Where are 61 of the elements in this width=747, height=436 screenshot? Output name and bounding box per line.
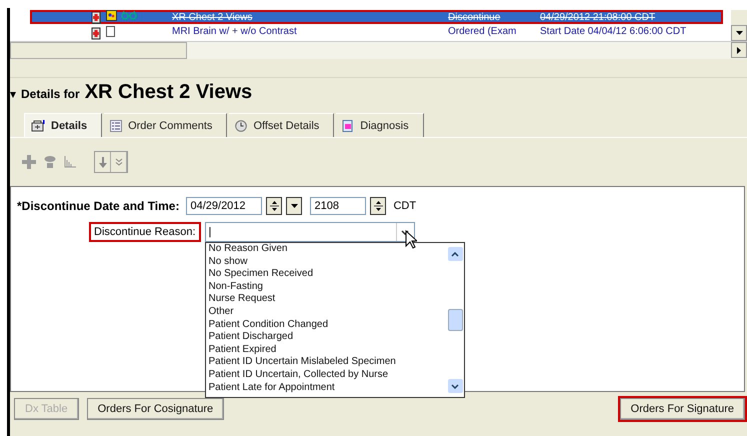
clock-icon <box>235 120 248 132</box>
date-time-label: *Discontinue Date and Time: <box>17 199 180 213</box>
down-arrow-icon <box>290 204 298 208</box>
order-date: 04/29/2012 21:08:00 CDT <box>540 12 656 22</box>
spinner-button[interactable] <box>266 197 282 215</box>
chevron-down-icon[interactable] <box>451 384 460 388</box>
glasses-icon <box>121 10 137 20</box>
details-prefix: Details for <box>21 87 80 101</box>
details-icon <box>31 120 45 132</box>
order-row[interactable]: XR Chest 2 Views Discontinue 04/29/2012 21:08:00 CDT <box>30 10 723 24</box>
spinner-button[interactable] <box>370 197 386 215</box>
tab[interactable]: Diagnosis <box>336 113 424 137</box>
dropdown-option[interactable]: Patient Discharged <box>208 331 447 344</box>
details-title: XR Chest 2 Views <box>84 81 252 104</box>
reason-label: Discontinue Reason: <box>89 222 201 242</box>
dropdown-option[interactable]: Patient Expired <box>208 344 447 356</box>
collapse-icon[interactable] <box>10 92 16 98</box>
add-icon[interactable] <box>22 155 36 169</box>
dropdown-option[interactable]: Non-Fasting <box>208 280 447 294</box>
time-field[interactable]: 2108 <box>310 197 366 215</box>
time-zone: CDT <box>393 200 416 212</box>
order-status: Ordered (Exam <box>448 26 518 37</box>
dropdown-option[interactable]: Other <box>208 306 447 319</box>
tab[interactable]: Offset Details <box>229 113 334 137</box>
dropdown-option[interactable]: Patient ID Uncertain, Collected by Nurse <box>208 368 447 382</box>
document-icon <box>342 120 354 132</box>
order-name: MRI Brain w/ + w/o Contrast <box>171 26 298 37</box>
dropdown-option[interactable]: No Reason Given <box>208 243 447 256</box>
order-row[interactable]: MRI Brain w/ + w/o Contrast Ordered (Exam Start Date 04/04/12 6:06:00 CDT <box>30 24 723 38</box>
chevron-up-icon[interactable] <box>451 252 460 256</box>
horizontal-scrollbar[interactable] <box>10 41 747 59</box>
chart-icon[interactable] <box>64 156 76 168</box>
pill-icon[interactable] <box>44 155 56 169</box>
order-status: Discontinue <box>448 12 502 22</box>
up-down-arrows-icon <box>374 200 383 212</box>
medical-figure-icon <box>90 26 102 40</box>
dropdown-option[interactable]: No Specimen Received <box>208 268 447 281</box>
dropdown-option[interactable]: Patient Late for Appointment <box>208 382 447 394</box>
scroll-thumb[interactable] <box>448 309 463 331</box>
sign-button[interactable]: Orders For Signature <box>620 398 745 420</box>
dropdown-option[interactable]: No show <box>208 256 447 268</box>
order-date: Start Date 04/04/12 6:06:00 CDT <box>540 26 686 37</box>
chevron-icon <box>114 158 122 166</box>
document-icon <box>106 26 115 37</box>
order-name: XR Chest 2 Views <box>171 12 254 22</box>
medical-figure-icon <box>90 10 102 24</box>
note-icon <box>106 10 117 21</box>
up-down-arrows-icon <box>270 200 279 212</box>
tab[interactable]: Details <box>24 113 102 137</box>
down-arrow-icon <box>736 31 742 35</box>
tab[interactable]: Order Comments <box>104 113 228 137</box>
footer-button[interactable]: Orders For Cosignature <box>86 398 224 420</box>
list-icon <box>110 120 122 132</box>
vertical-scrollbar[interactable] <box>731 10 747 41</box>
dropdown-button[interactable] <box>286 197 302 215</box>
down-arrow-icon <box>98 156 106 168</box>
dropdown-option[interactable]: Patient ID Uncertain Mislabeled Specimen <box>208 356 447 369</box>
date-field[interactable]: 04/29/2012 <box>186 197 262 215</box>
dropdown-option[interactable]: Nurse Request <box>208 293 447 306</box>
right-arrow-icon <box>737 46 741 54</box>
dropdown-option[interactable]: Patient Condition Changed <box>208 318 447 332</box>
